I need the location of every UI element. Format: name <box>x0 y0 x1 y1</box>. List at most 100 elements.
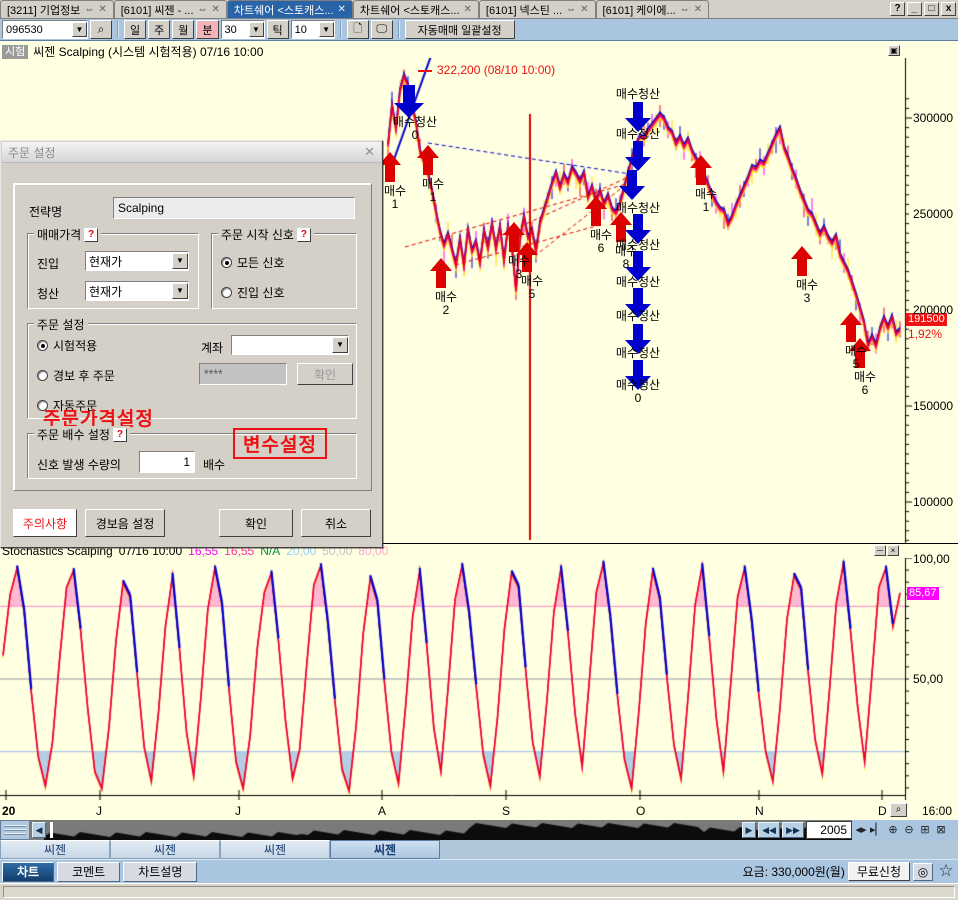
price-axis-label: 100000 <box>913 495 953 509</box>
subtab-3[interactable]: 씨젠 <box>220 840 330 859</box>
variable-settings-annotation: 변수설정 <box>233 428 327 459</box>
axis-zoom-button[interactable]: ⌕ <box>890 803 907 817</box>
tab-close-icon[interactable]: ✕ <box>212 4 220 15</box>
account-combo[interactable]: ▼ <box>231 335 349 355</box>
trading-app-window: [3211] 기업정보⇔✕[6101] 씨젠 - ...⇔✕차트쉐어 <스토캐스… <box>0 0 958 900</box>
help-question-button[interactable]: ? <box>297 228 311 242</box>
strategy-label: 전략명 <box>29 203 62 220</box>
indicator-close-button[interactable]: × <box>887 545 899 556</box>
year-input[interactable]: 2005 <box>806 821 852 839</box>
radio-alert-order[interactable]: 경보 후 주문 <box>37 367 115 384</box>
ok-button[interactable]: 확인 <box>219 509 293 537</box>
close-button[interactable]: x <box>941 2 956 16</box>
entry-price-combo[interactable]: 현재가 ▼ <box>85 251 189 271</box>
tab-comment[interactable]: 코멘트 <box>57 862 120 882</box>
help-question-button[interactable]: ? <box>113 428 127 442</box>
chevron-down-icon[interactable]: ▼ <box>319 22 334 37</box>
zoom-out-icon[interactable]: ⊖ <box>902 823 916 837</box>
period-day-button[interactable]: 일 <box>124 20 146 39</box>
subtab-1[interactable]: 씨젠 <box>0 840 110 859</box>
x-axis-label: A <box>378 804 386 818</box>
navigator-grip[interactable] <box>0 820 30 840</box>
help-question-button[interactable]: ? <box>84 228 98 242</box>
help-button[interactable]: ? <box>890 2 905 16</box>
annotation-tick <box>418 70 432 72</box>
tab-close-icon[interactable]: ✕ <box>338 4 346 15</box>
grid-icon[interactable]: ⊞ <box>918 823 932 837</box>
period-month-button[interactable]: 월 <box>172 20 194 39</box>
exit-price-combo[interactable]: 현재가 ▼ <box>85 281 189 301</box>
tab-2[interactable]: [6101] 씨젠 - ...⇔✕ <box>114 0 227 18</box>
account-label: 계좌 <box>201 339 223 356</box>
tab-5[interactable]: [6101] 넥스틴 ...⇔✕ <box>479 0 596 18</box>
radio-all-signals[interactable]: 모든 신호 <box>221 254 285 271</box>
stochastic-canvas[interactable] <box>0 558 958 800</box>
stoch-axis-50: 50,00 <box>913 672 943 686</box>
tab-label: [3211] 기업정보 <box>7 2 80 18</box>
password-confirm-button[interactable]: 확인 <box>297 363 353 385</box>
free-apply-button[interactable]: 무료신청 <box>848 862 910 881</box>
tab-close-icon[interactable]: ✕ <box>464 4 472 15</box>
period-minute-button[interactable]: 분 <box>196 20 218 39</box>
radio-dot <box>221 257 232 268</box>
chevron-down-icon[interactable]: ▼ <box>249 22 264 37</box>
tab-close-icon[interactable]: ✕ <box>694 4 702 15</box>
maximize-button[interactable]: □ <box>924 2 939 16</box>
subtab-4[interactable]: 씨젠 <box>330 840 440 859</box>
entry-price-value: 현재가 <box>89 253 122 270</box>
nav-fastforward-button[interactable]: ▶▶ <box>782 822 804 838</box>
navigator-left-button[interactable]: ◀ <box>32 822 46 838</box>
minute-combo[interactable]: 30 ▼ <box>221 20 265 39</box>
nav-forward-button[interactable]: ▶ <box>742 822 756 838</box>
tab-1[interactable]: [3211] 기업정보⇔✕ <box>0 0 114 18</box>
order-settings-dialog: 주문 설정 ✕ 전략명 Scalping 매매가격 ? 진입 현재가 ▼ 청산 … <box>0 140 383 548</box>
radio-test-apply[interactable]: 시험적용 <box>37 337 97 354</box>
tab-chart-description[interactable]: 차트설명 <box>123 862 197 882</box>
price-axis-label: 250000 <box>913 207 953 221</box>
notice-button[interactable]: 주의사항 <box>13 509 77 537</box>
radio-entry-signal[interactable]: 진입 신호 <box>221 284 285 301</box>
tab-chart[interactable]: 차트 <box>2 862 54 882</box>
zoom-in-icon[interactable]: ⊕ <box>886 823 900 837</box>
chevron-down-icon[interactable]: ▼ <box>172 283 188 299</box>
link-icon: ⇔ <box>680 4 690 15</box>
tab-label: [6101] 넥스틴 ... <box>486 2 562 18</box>
star-icon[interactable]: ☆ <box>936 863 956 881</box>
tab-3[interactable]: 차트쉐어 <스토캐스...✕ <box>227 0 353 18</box>
range-navigator[interactable]: ◀ ▶ ◀◀ ▶▶ 2005 ◂▸▸▏⊕⊖⊞⊠ <box>0 820 958 840</box>
tab-close-icon[interactable]: ✕ <box>580 4 588 15</box>
stock-code-combo[interactable]: 096530 ▼ <box>2 20 88 39</box>
period-week-button[interactable]: 주 <box>148 20 170 39</box>
tab-6[interactable]: [6101] 케이에...⇔✕ <box>596 0 710 18</box>
qty-input[interactable]: 1 <box>139 451 195 473</box>
indicator-minimize-button[interactable]: ─ <box>874 545 886 556</box>
subtab-2[interactable]: 씨젠 <box>110 840 220 859</box>
auto-trade-batch-button[interactable]: 자동매매 일괄설정 <box>405 20 515 39</box>
close-icon[interactable]: ✕ <box>364 144 375 160</box>
navigator-cursor[interactable] <box>50 822 53 838</box>
close-box-icon[interactable]: ⊠ <box>934 823 948 837</box>
chart-corner-icon[interactable]: ▣ <box>888 45 900 56</box>
cancel-button[interactable]: 취소 <box>301 509 371 537</box>
minimize-button[interactable]: _ <box>907 2 922 16</box>
dialog-title-bar[interactable]: 주문 설정 ✕ <box>2 142 381 163</box>
strategy-field[interactable]: Scalping <box>113 197 355 219</box>
range-icon[interactable]: ◂▸ <box>854 823 868 837</box>
alert-sound-button[interactable]: 경보음 설정 <box>85 509 165 537</box>
chevron-down-icon[interactable]: ▼ <box>172 253 188 269</box>
search-icon: ⌕ <box>98 22 105 37</box>
radio-dot <box>37 340 48 351</box>
tab-close-icon[interactable]: ✕ <box>98 4 106 15</box>
chevron-down-icon[interactable]: ▼ <box>332 337 348 353</box>
tick-button[interactable]: 틱 <box>267 20 289 39</box>
tab-4[interactable]: 차트쉐어 <스토캐스...✕ <box>353 0 479 18</box>
go-end-icon[interactable]: ▸▏ <box>870 823 884 837</box>
password-field[interactable]: **** <box>199 363 287 385</box>
camera-icon[interactable]: ◎ <box>913 863 933 881</box>
chart-doc-button[interactable]: 🗋 <box>347 20 369 39</box>
tick-combo[interactable]: 10 ▼ <box>291 20 335 39</box>
search-button[interactable]: ⌕ <box>90 20 112 39</box>
nav-rewind-button[interactable]: ◀◀ <box>758 822 780 838</box>
chevron-down-icon[interactable]: ▼ <box>72 22 87 37</box>
chart-screen-button[interactable]: 🖵 <box>371 20 393 39</box>
